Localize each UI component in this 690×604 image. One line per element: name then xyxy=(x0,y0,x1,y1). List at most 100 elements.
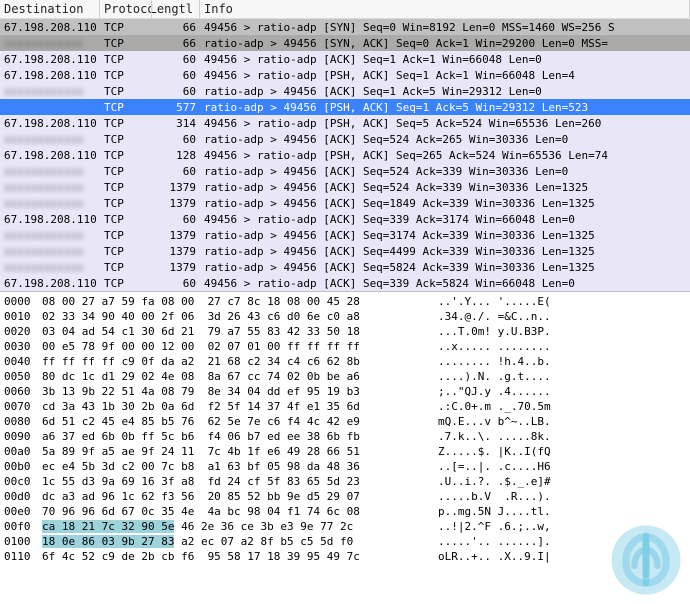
hex-dump-pane[interactable]: 000008 00 27 a7 59 fa 08 00 27 c7 8c 18 … xyxy=(0,292,690,564)
packet-row[interactable]: xxxxxxxxxxxxTCP60ratio-adp > 49456 [ACK]… xyxy=(0,163,690,179)
cell-length: 60 xyxy=(152,277,200,290)
cell-destination: xxxxxxxxxxxx xyxy=(0,165,100,178)
hex-row[interactable]: 00603b 13 9b 22 51 4a 08 79 8e 34 04 dd … xyxy=(0,384,690,399)
cell-info: ratio-adp > 49456 [ACK] Seq=4499 Ack=339… xyxy=(200,245,690,258)
hex-row[interactable]: 000008 00 27 a7 59 fa 08 00 27 c7 8c 18 … xyxy=(0,294,690,309)
cell-info: 49456 > ratio-adp [PSH, ACK] Seq=5 Ack=5… xyxy=(200,117,690,130)
hex-ascii: ..x..... ........ xyxy=(414,339,690,354)
hex-row[interactable]: 00e070 96 96 6d 67 0c 35 4e 4a bc 98 04 … xyxy=(0,504,690,519)
cell-protocol: TCP xyxy=(100,245,152,258)
hex-row[interactable]: 00a05a 89 9f a5 ae 9f 24 11 7c 4b 1f e6 … xyxy=(0,444,690,459)
cell-destination: 67.198.208.110 xyxy=(0,117,100,130)
packet-row[interactable]: 67.198.208.110TCP31449456 > ratio-adp [P… xyxy=(0,115,690,131)
hex-offset: 0040 xyxy=(0,354,42,369)
cell-info: 49456 > ratio-adp [ACK] Seq=339 Ack=3174… xyxy=(200,213,690,226)
hex-bytes: 3b 13 9b 22 51 4a 08 79 8e 34 04 dd ef 9… xyxy=(42,384,414,399)
hex-row[interactable]: 003000 e5 78 9f 00 00 12 00 02 07 01 00 … xyxy=(0,339,690,354)
hex-offset: 0050 xyxy=(0,369,42,384)
packet-row[interactable]: 67.198.208.110TCP6649456 > ratio-adp [SY… xyxy=(0,19,690,35)
packet-row[interactable]: 67.198.208.110TCP6049456 > ratio-adp [AC… xyxy=(0,51,690,67)
hex-row[interactable]: 00f0ca 18 21 7c 32 90 5e 46 2e 36 ce 3b … xyxy=(0,519,690,534)
packet-row[interactable]: xxxxxxxxxxxxTCP1379ratio-adp > 49456 [AC… xyxy=(0,195,690,211)
hex-ascii: ..[=..|. .c....H6 xyxy=(414,459,690,474)
hex-offset: 0070 xyxy=(0,399,42,414)
hex-row[interactable]: 00806d 51 c2 45 e4 85 b5 76 62 5e 7e c6 … xyxy=(0,414,690,429)
cell-protocol: TCP xyxy=(100,261,152,274)
packet-row[interactable]: xxxxxxxxxxxxTCP60ratio-adp > 49456 [ACK]… xyxy=(0,83,690,99)
hex-row[interactable]: 010018 0e 86 03 9b 27 83 a2 ec 07 a2 8f … xyxy=(0,534,690,549)
cell-destination: 67.198.208.110 xyxy=(0,149,100,162)
hex-offset: 0010 xyxy=(0,309,42,324)
cell-protocol: TCP xyxy=(100,53,152,66)
col-length[interactable]: Lengtl xyxy=(152,0,200,18)
cell-info: ratio-adp > 49456 [PSH, ACK] Seq=1 Ack=5… xyxy=(200,101,690,114)
hex-row[interactable]: 001002 33 34 90 40 00 2f 06 3d 26 43 c6 … xyxy=(0,309,690,324)
hex-ascii: .34.@./. =&C..n.. xyxy=(414,309,690,324)
col-destination[interactable]: Destination xyxy=(0,0,100,18)
hex-ascii: ..'.Y... '.....E( xyxy=(414,294,690,309)
hex-bytes: 6d 51 c2 45 e4 85 b5 76 62 5e 7e c6 f4 4… xyxy=(42,414,414,429)
malwarebytes-icon xyxy=(610,524,682,596)
col-protocol[interactable]: Protoco xyxy=(100,0,152,18)
hex-row[interactable]: 005080 dc 1c d1 29 02 4e 08 8a 67 cc 74 … xyxy=(0,369,690,384)
hex-bytes: dc a3 ad 96 1c 62 f3 56 20 85 52 bb 9e d… xyxy=(42,489,414,504)
hex-ascii: ;.."QJ.y .4...... xyxy=(414,384,690,399)
hex-row[interactable]: 00c01c 55 d3 9a 69 16 3f a8 fd 24 cf 5f … xyxy=(0,474,690,489)
hex-bytes: cd 3a 43 1b 30 2b 0a 6d f2 5f 14 37 4f e… xyxy=(42,399,414,414)
cell-length: 60 xyxy=(152,165,200,178)
hex-offset: 00a0 xyxy=(0,444,42,459)
cell-destination: xxxxxxxxxxxx xyxy=(0,181,100,194)
hex-row[interactable]: 0040ff ff ff ff c9 0f da a2 21 68 c2 34 … xyxy=(0,354,690,369)
hex-offset: 0020 xyxy=(0,324,42,339)
hex-offset: 0090 xyxy=(0,429,42,444)
hex-bytes: 00 e5 78 9f 00 00 12 00 02 07 01 00 ff f… xyxy=(42,339,414,354)
cell-info: ratio-adp > 49456 [ACK] Seq=1849 Ack=339… xyxy=(200,197,690,210)
hex-row[interactable]: 01106f 4c 52 c9 de 2b cb f6 95 58 17 18 … xyxy=(0,549,690,564)
hex-bytes: 03 04 ad 54 c1 30 6d 21 79 a7 55 83 42 3… xyxy=(42,324,414,339)
cell-protocol: TCP xyxy=(100,85,152,98)
packet-row[interactable]: 67.198.208.110TCP6049456 > ratio-adp [PS… xyxy=(0,67,690,83)
hex-offset: 00d0 xyxy=(0,489,42,504)
cell-protocol: TCP xyxy=(100,213,152,226)
cell-info: ratio-adp > 49456 [ACK] Seq=3174 Ack=339… xyxy=(200,229,690,242)
cell-info: ratio-adp > 49456 [SYN, ACK] Seq=0 Ack=1… xyxy=(200,37,690,50)
hex-row[interactable]: 0090a6 37 ed 6b 0b ff 5c b6 f4 06 b7 ed … xyxy=(0,429,690,444)
packet-row[interactable]: TCP577ratio-adp > 49456 [PSH, ACK] Seq=1… xyxy=(0,99,690,115)
hex-bytes: 02 33 34 90 40 00 2f 06 3d 26 43 c6 d0 6… xyxy=(42,309,414,324)
hex-bytes: ff ff ff ff c9 0f da a2 21 68 c2 34 c4 c… xyxy=(42,354,414,369)
hex-row[interactable]: 002003 04 ad 54 c1 30 6d 21 79 a7 55 83 … xyxy=(0,324,690,339)
cell-info: ratio-adp > 49456 [ACK] Seq=524 Ack=339 … xyxy=(200,165,690,178)
cell-protocol: TCP xyxy=(100,21,152,34)
cell-length: 60 xyxy=(152,53,200,66)
cell-protocol: TCP xyxy=(100,117,152,130)
packet-row[interactable]: xxxxxxxxxxxxTCP66ratio-adp > 49456 [SYN,… xyxy=(0,35,690,51)
cell-info: 49456 > ratio-adp [ACK] Seq=339 Ack=5824… xyxy=(200,277,690,290)
cell-destination: xxxxxxxxxxxx xyxy=(0,229,100,242)
cell-length: 1379 xyxy=(152,261,200,274)
packet-row[interactable]: xxxxxxxxxxxxTCP1379ratio-adp > 49456 [AC… xyxy=(0,259,690,275)
hex-offset: 0100 xyxy=(0,534,42,549)
hex-row[interactable]: 00d0dc a3 ad 96 1c 62 f3 56 20 85 52 bb … xyxy=(0,489,690,504)
hex-ascii: mQ.E...v b^~..LB. xyxy=(414,414,690,429)
hex-offset: 0110 xyxy=(0,549,42,564)
packet-row[interactable]: xxxxxxxxxxxxTCP1379ratio-adp > 49456 [AC… xyxy=(0,243,690,259)
packet-row[interactable]: 67.198.208.110TCP12849456 > ratio-adp [P… xyxy=(0,147,690,163)
packet-row[interactable]: xxxxxxxxxxxxTCP60ratio-adp > 49456 [ACK]… xyxy=(0,131,690,147)
hex-row[interactable]: 00b0ec e4 5b 3d c2 00 7c b8 a1 63 bf 05 … xyxy=(0,459,690,474)
cell-length: 314 xyxy=(152,117,200,130)
cell-destination: 67.198.208.110 xyxy=(0,213,100,226)
cell-protocol: TCP xyxy=(100,165,152,178)
packet-row[interactable]: 67.198.208.110TCP6049456 > ratio-adp [AC… xyxy=(0,211,690,227)
col-info[interactable]: Info xyxy=(200,0,690,18)
hex-row[interactable]: 0070cd 3a 43 1b 30 2b 0a 6d f2 5f 14 37 … xyxy=(0,399,690,414)
cell-length: 60 xyxy=(152,69,200,82)
packet-row[interactable]: xxxxxxxxxxxxTCP1379ratio-adp > 49456 [AC… xyxy=(0,179,690,195)
cell-destination: 67.198.208.110 xyxy=(0,277,100,290)
column-headers: Destination Protoco Lengtl Info xyxy=(0,0,690,19)
packet-row[interactable]: 67.198.208.110TCP6049456 > ratio-adp [AC… xyxy=(0,275,690,291)
cell-protocol: TCP xyxy=(100,149,152,162)
packet-row[interactable]: xxxxxxxxxxxxTCP1379ratio-adp > 49456 [AC… xyxy=(0,227,690,243)
cell-destination: 67.198.208.110 xyxy=(0,21,100,34)
hex-bytes: 18 0e 86 03 9b 27 83 a2 ec 07 a2 8f b5 c… xyxy=(42,534,414,549)
hex-bytes: 80 dc 1c d1 29 02 4e 08 8a 67 cc 74 02 0… xyxy=(42,369,414,384)
